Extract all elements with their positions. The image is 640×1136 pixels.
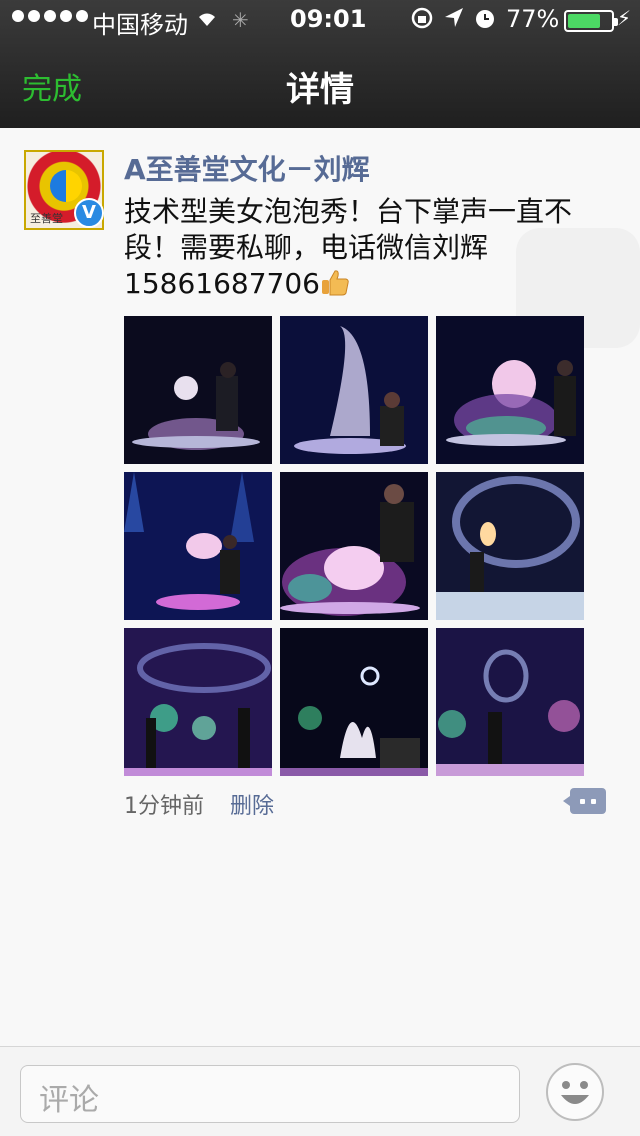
rotation-lock-icon xyxy=(411,7,433,29)
delete-button[interactable]: 删除 xyxy=(230,788,274,820)
emoji-button[interactable] xyxy=(546,1063,604,1121)
verified-badge: V xyxy=(74,198,104,228)
author-name[interactable]: A至善堂文化－刘辉 xyxy=(124,148,370,188)
alarm-icon xyxy=(476,10,494,28)
status-bar: 中国移动 ✳ 09:01 77% ⚡ xyxy=(0,0,640,40)
comment-bar: 评论 xyxy=(0,1046,640,1136)
photo-grid xyxy=(124,316,584,776)
comment-input[interactable]: 评论 xyxy=(20,1065,520,1123)
post-detail: 至善堂 V A至善堂文化－刘辉 技术型美女泡泡秀！台下掌声一直不段！需要私聊，电… xyxy=(0,128,640,1046)
photo-6[interactable] xyxy=(436,472,584,620)
post-text: 技术型美女泡泡秀！台下掌声一直不段！需要私聊，电话微信刘辉15861687706 xyxy=(124,194,614,302)
battery-icon xyxy=(564,10,618,32)
photo-9[interactable] xyxy=(436,628,584,776)
photo-2[interactable] xyxy=(280,316,428,464)
page-title: 详情 xyxy=(286,70,354,110)
photo-1[interactable] xyxy=(124,316,272,464)
thumbs-up-icon xyxy=(321,270,349,296)
logo-seal xyxy=(50,170,82,202)
top-bar: 中国移动 ✳ 09:01 77% ⚡ 完成 详情 xyxy=(0,0,640,128)
photo-4[interactable] xyxy=(124,472,272,620)
carrier-label: 中国移动 xyxy=(92,11,188,39)
photo-7[interactable] xyxy=(124,628,272,776)
navigation-bar: 完成 详情 xyxy=(0,40,640,128)
wifi-icon xyxy=(199,13,215,26)
photo-8[interactable] xyxy=(280,628,428,776)
logo-lettering: 至善堂 xyxy=(30,212,63,225)
activity-spinner-icon: ✳ xyxy=(232,8,249,32)
photo-5[interactable] xyxy=(280,472,428,620)
comment-action-button[interactable] xyxy=(563,788,606,814)
post-timestamp: 1分钟前 xyxy=(124,794,204,819)
smiley-icon xyxy=(561,1081,589,1104)
location-icon xyxy=(445,8,463,27)
photo-3[interactable] xyxy=(436,316,584,464)
charging-icon: ⚡ xyxy=(617,6,632,30)
battery-fill xyxy=(568,14,600,28)
clock: 09:01 xyxy=(290,5,367,33)
signal-icon xyxy=(12,10,88,22)
battery-percent: 77% xyxy=(506,5,560,33)
